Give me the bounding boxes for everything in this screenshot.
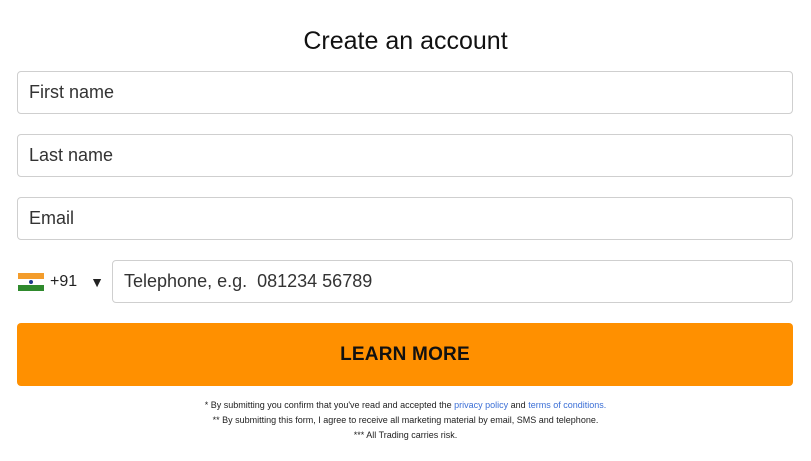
disclaimer: * By submitting you confirm that you've …: [0, 398, 811, 443]
india-flag-icon: [18, 272, 44, 291]
learn-more-button[interactable]: LEARN MORE: [17, 323, 793, 386]
signup-page: Create an account +91 ▼ LEARN MORE * By …: [0, 0, 811, 461]
disclaimer-line-1-prefix: * By submitting you confirm that you've …: [204, 400, 455, 410]
dial-code: +91: [50, 272, 78, 290]
privacy-policy-link[interactable]: privacy policy: [454, 400, 508, 410]
disclaimer-line-2: ** By submitting this form, I agree to r…: [212, 415, 599, 425]
last-name-input[interactable]: [17, 134, 793, 177]
email-input[interactable]: [17, 197, 793, 240]
disclaimer-and: and: [508, 400, 529, 410]
form-title: Create an account: [303, 27, 508, 55]
telephone-input[interactable]: [112, 260, 793, 303]
chevron-down-icon: ▼: [90, 273, 104, 290]
first-name-input[interactable]: [17, 71, 793, 114]
disclaimer-line-3: *** All Trading carries risk.: [353, 430, 458, 440]
disclaimer-line-1: * By submitting you confirm that you've …: [0, 398, 811, 413]
country-code-selector[interactable]: +91 ▼: [18, 260, 110, 303]
terms-link[interactable]: terms of conditions.: [528, 400, 606, 410]
